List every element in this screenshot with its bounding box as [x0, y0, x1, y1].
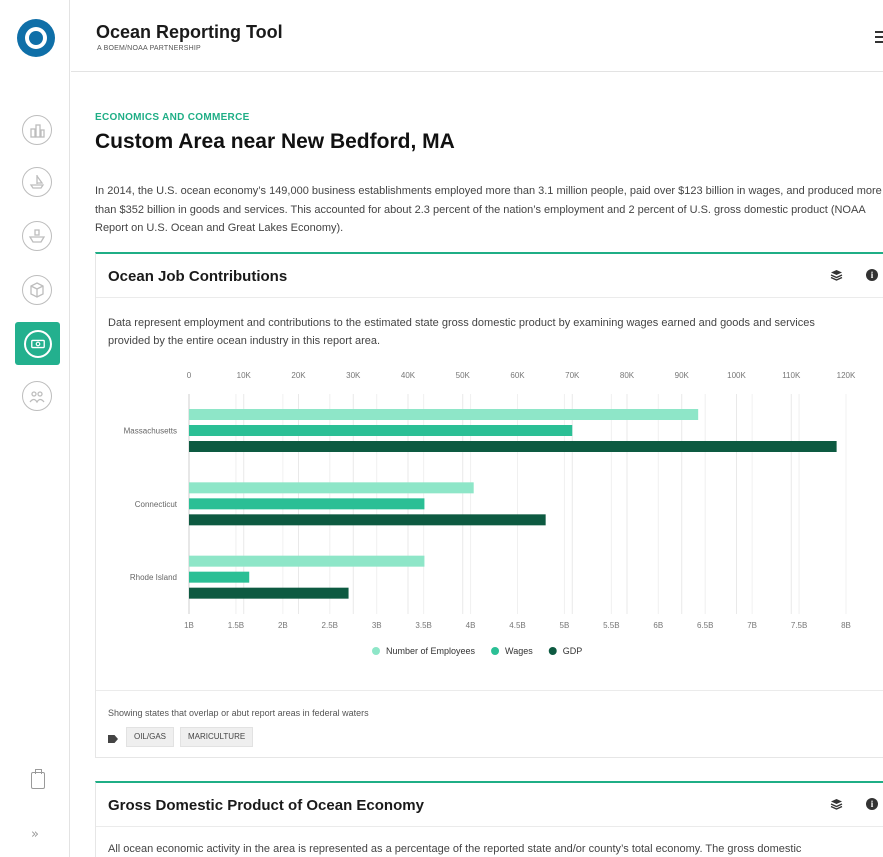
bottom-axis-tick-label: 6B: [653, 621, 663, 630]
top-axis-tick-label: 0: [187, 371, 192, 380]
buildings-icon[interactable]: [22, 115, 52, 145]
bar-gdp: [189, 587, 349, 599]
legend-label: Number of Employees: [386, 646, 476, 656]
ship-icon[interactable]: [22, 221, 52, 251]
app-subtitle: A BOEM/NOAA PARTNERSHIP: [97, 45, 201, 52]
bar-wages: [189, 571, 250, 583]
bottom-axis-tick-label: 2.5B: [322, 621, 338, 630]
card-description: All ocean economic activity in the area …: [108, 843, 802, 855]
layers-icon[interactable]: [830, 269, 843, 282]
tag-oil-gas[interactable]: OIL/GAS: [126, 727, 175, 747]
bottom-axis-tick-label: 3B: [372, 621, 382, 630]
top-axis-tick-label: 70K: [565, 371, 580, 380]
bottom-axis-tick-label: 4B: [466, 621, 476, 630]
top-axis-tick-label: 120K: [837, 371, 856, 380]
card-header: Ocean Job Contributions i: [96, 254, 883, 298]
bottom-axis-tick-label: 1B: [184, 621, 194, 630]
bar-gdp: [189, 441, 837, 452]
top-axis-tick-label: 100K: [727, 371, 746, 380]
category-label: Connecticut: [135, 500, 178, 509]
bottom-axis-tick-label: 5B: [560, 621, 570, 630]
top-axis-tick-label: 10K: [237, 371, 252, 380]
card-footer: Showing states that overlap or abut repo…: [96, 690, 883, 760]
bottom-axis-tick-label: 6.5B: [697, 621, 713, 630]
tag-mariculture[interactable]: MARICULTURE: [180, 727, 254, 747]
people-icon[interactable]: [22, 381, 52, 411]
layers-icon[interactable]: [830, 798, 843, 811]
bottom-axis-tick-label: 7B: [747, 621, 757, 630]
category-label: ECONOMICS AND COMMERCE: [95, 112, 250, 123]
legend-marker: [548, 647, 557, 655]
clipboard-icon[interactable]: [31, 769, 45, 789]
legend-label: Wages: [505, 646, 533, 656]
footnote: Showing states that overlap or abut repo…: [108, 708, 369, 718]
bottom-axis-tick-label: 1.5B: [228, 621, 244, 630]
category-label: Massachusetts: [124, 427, 177, 436]
bottom-axis-tick-label: 4.5B: [509, 621, 525, 630]
cube-icon[interactable]: [22, 275, 52, 305]
top-axis-tick-label: 20K: [291, 371, 306, 380]
top-axis-tick-label: 40K: [401, 371, 416, 380]
app-logo[interactable]: [17, 19, 55, 57]
top-axis-tick-label: 30K: [346, 371, 361, 380]
info-icon[interactable]: i: [866, 269, 878, 281]
intro-text: In 2014, the U.S. ocean economy’s 149,00…: [95, 185, 882, 234]
top-axis-tick-label: 60K: [510, 371, 525, 380]
top-axis-tick-label: 110K: [782, 371, 801, 380]
page-title: Custom Area near New Bedford, MA: [95, 130, 455, 153]
bar-number-of-employees: [189, 409, 699, 420]
expand-sidebar-button[interactable]: »: [31, 827, 39, 842]
info-icon[interactable]: i: [866, 798, 878, 810]
sidebar: »: [0, 0, 70, 857]
bar-number-of-employees: [189, 555, 425, 567]
app-title: Ocean Reporting Tool: [96, 22, 283, 42]
bar-wages: [189, 498, 425, 510]
bar-number-of-employees: [189, 482, 474, 494]
legend-marker: [372, 647, 380, 655]
card-title: Gross Domestic Product of Ocean Economy: [108, 797, 424, 814]
legend-marker: [491, 647, 500, 655]
gdp-ocean-economy-card: Gross Domestic Product of Ocean Economy …: [95, 781, 883, 857]
bottom-axis-tick-label: 8B: [841, 621, 851, 630]
boat-icon[interactable]: [22, 167, 52, 197]
job-contributions-chart: 0 10K 20K 30K 40K 50K 60K 70K 80K 90K 100K 110K 120K…: [124, 371, 856, 656]
bottom-axis-tick-label: 7.5B: [791, 621, 807, 630]
money-icon[interactable]: [15, 322, 60, 365]
top-axis-tick-label: 90K: [675, 371, 690, 380]
app-header: Ocean Reporting Tool A BOEM/NOAA PARTNER…: [71, 0, 883, 72]
tag-icon: [108, 735, 118, 743]
card-title: Ocean Job Contributions: [108, 268, 288, 285]
legend-label: GDP: [563, 646, 583, 656]
card-description: Data represent employment and contributi…: [108, 317, 815, 347]
ocean-job-contributions-card: Ocean Job Contributions i Data represent…: [95, 252, 883, 758]
bottom-axis-tick-label: 2B: [278, 621, 288, 630]
bottom-axis-tick-label: 5.5B: [603, 621, 619, 630]
bar-gdp: [189, 514, 546, 526]
bar-wages: [189, 425, 573, 436]
top-axis-tick-label: 50K: [456, 371, 471, 380]
top-axis-tick-label: 80K: [620, 371, 635, 380]
card-header: Gross Domestic Product of Ocean Economy …: [96, 783, 883, 827]
menu-icon[interactable]: [875, 31, 883, 43]
bottom-axis-tick-label: 3.5B: [415, 621, 431, 630]
category-label: Rhode Island: [130, 573, 177, 582]
